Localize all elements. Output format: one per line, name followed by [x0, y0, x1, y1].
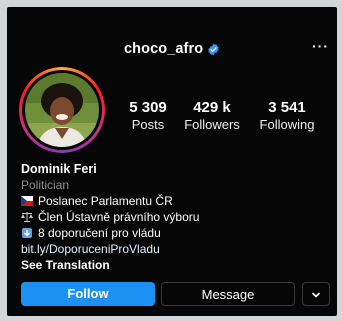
category-label: Politician [21, 178, 70, 192]
followers-count: 429 k [193, 99, 231, 116]
chevron-down-icon [312, 292, 320, 298]
down-arrow-box-icon [22, 228, 32, 238]
bio-line-text: 8 doporučení pro vládu [38, 226, 161, 240]
username: choco_afro [124, 41, 204, 57]
display-name: Dominik Feri [21, 162, 97, 176]
verified-badge-icon [208, 43, 219, 56]
profile-panel: choco_afro ··· 5 309 Posts 429 k Followe… [7, 7, 337, 316]
stat-posts[interactable]: 5 309 Posts [113, 99, 183, 132]
bio-section: Dominik Feri Politician Poslanec Parlame… [21, 161, 331, 273]
stat-followers[interactable]: 429 k Followers [177, 99, 247, 132]
message-button[interactable]: Message [161, 282, 295, 306]
avatar[interactable] [19, 67, 105, 153]
profile-header: choco_afro ··· [7, 36, 337, 60]
profile-photo [25, 73, 99, 147]
bio-link[interactable]: bit.ly/DoporuceniProVladu [21, 241, 331, 257]
more-options-icon[interactable]: ··· [312, 38, 329, 54]
bio-line-text: Poslanec Parlamentu ČR [38, 194, 173, 208]
suggested-dropdown-button[interactable] [302, 282, 330, 306]
bio-line-text: Člen Ústavně právního výboru [38, 210, 200, 224]
bio-line: 8 doporučení pro vládu [21, 225, 331, 241]
following-count: 3 541 [268, 99, 306, 116]
czech-flag-icon [21, 196, 33, 206]
posts-label: Posts [131, 117, 165, 132]
followers-label: Followers [184, 117, 240, 132]
scales-icon [21, 212, 33, 222]
bio-line: Člen Ústavně právního výboru [21, 209, 331, 225]
following-label: Following [259, 117, 315, 132]
bio-line: Poslanec Parlamentu ČR [21, 193, 331, 209]
see-translation-link[interactable]: See Translation [21, 257, 331, 273]
follow-button[interactable]: Follow [21, 282, 155, 306]
stat-following[interactable]: 3 541 Following [252, 99, 322, 132]
posts-count: 5 309 [129, 99, 167, 116]
